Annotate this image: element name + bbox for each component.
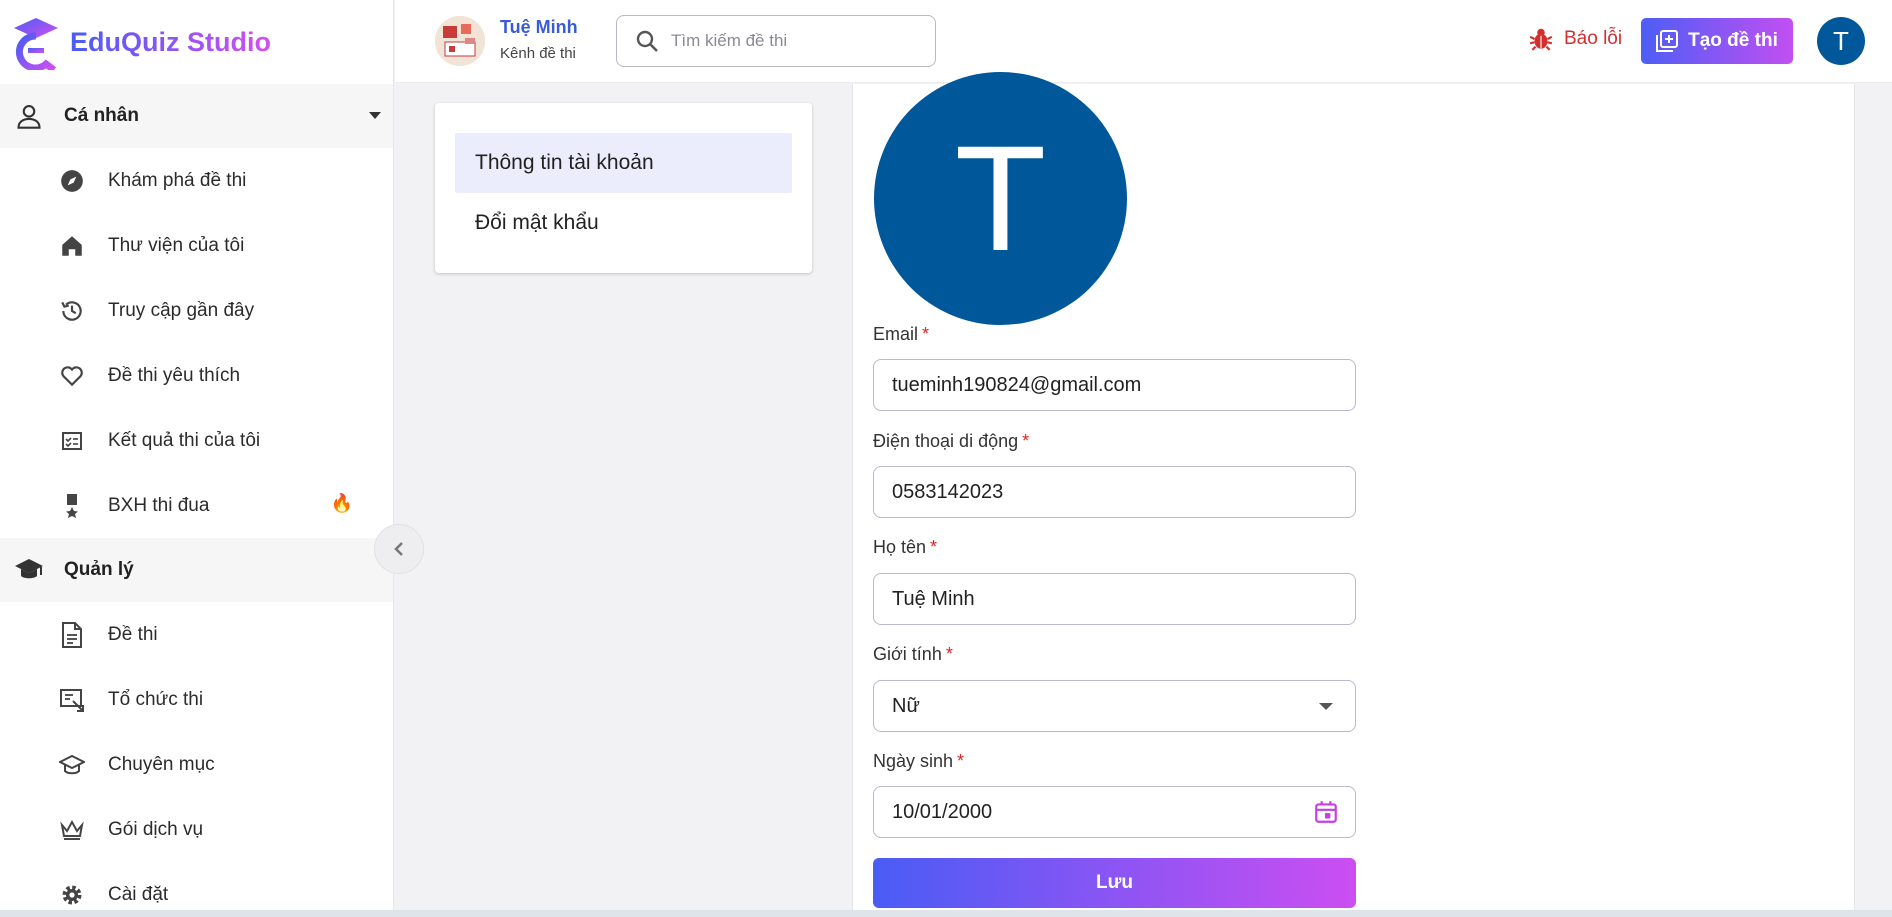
- top-header: Tuệ Minh Kênh đề thi Báo lỗi Tạo đề thi …: [395, 0, 1892, 83]
- sidebar-item-label: Chuyên mục: [108, 753, 215, 775]
- phone-label: Điện thoại di động *: [873, 431, 1029, 452]
- create-exam-label: Tạo đề thi: [1688, 30, 1778, 51]
- sidebar-item-explore[interactable]: Khám phá đề thi: [0, 148, 393, 213]
- sidebar-item-label: Gói dịch vụ: [108, 818, 204, 840]
- full-name-input[interactable]: [892, 587, 1355, 611]
- window-bottom-edge: [0, 910, 1892, 917]
- account-tabs: Thông tin tài khoản Đổi mật khẩu: [435, 103, 812, 273]
- chevron-left-icon: [394, 542, 403, 556]
- email-label-text: Email: [873, 324, 919, 344]
- profile-form: T Email* Điện thoại di động* Họ tên* Giớ…: [852, 72, 1855, 917]
- search-input[interactable]: [671, 31, 921, 51]
- save-button[interactable]: Lưu: [873, 858, 1356, 908]
- profile-avatar[interactable]: T: [874, 72, 1127, 325]
- email-label: Email *: [873, 324, 929, 345]
- search-icon: [636, 30, 658, 52]
- history-icon: [58, 297, 86, 325]
- name-label-text: Họ tên: [873, 537, 927, 557]
- user-avatar[interactable]: T: [1817, 17, 1865, 65]
- phone-label-text: Điện thoại di động: [873, 431, 1019, 451]
- sidebar-item-label: Khám phá đề thi: [108, 169, 247, 191]
- required-mark: *: [945, 644, 953, 664]
- sidebar-item-label: Kết quả thi của tôi: [108, 429, 261, 451]
- dob-field[interactable]: [873, 786, 1356, 838]
- report-bug-label: Báo lỗi: [1564, 28, 1623, 49]
- channel-subtitle: Kênh đề thi: [500, 45, 576, 62]
- required-mark: *: [957, 751, 965, 771]
- sidebar-item-plans[interactable]: Gói dịch vụ: [0, 797, 393, 862]
- email-field[interactable]: [873, 359, 1356, 411]
- sidebar-item-organize[interactable]: Tổ chức thi: [0, 667, 393, 732]
- sidebar-item-label: Truy cập gần đây: [108, 299, 255, 321]
- phone-input[interactable]: [892, 480, 1355, 504]
- full-name-field[interactable]: [873, 573, 1356, 625]
- app-logo[interactable]: EduQuiz Studio: [0, 0, 393, 84]
- section-personal-label: Cá nhân: [64, 105, 139, 126]
- dob-label: Ngày sinh *: [873, 751, 964, 772]
- sidebar-item-label: Đề thi yêu thích: [108, 364, 241, 386]
- sidebar-item-library[interactable]: Thư viện của tôi: [0, 213, 393, 278]
- sidebar-item-label: Cài đặt: [108, 883, 169, 905]
- medal-icon: [58, 492, 86, 520]
- sidebar-item-exams[interactable]: Đề thi: [0, 602, 393, 667]
- gear-icon: [58, 881, 86, 909]
- gender-select[interactable]: Nữ: [873, 680, 1356, 732]
- user-icon: [14, 101, 44, 131]
- collapse-sidebar-button[interactable]: [374, 524, 424, 574]
- sidebar-item-favorites[interactable]: Đề thi yêu thích: [0, 343, 393, 408]
- phone-field[interactable]: [873, 466, 1356, 518]
- sidebar-item-label: BXH thi đua: [108, 494, 210, 516]
- report-bug-button[interactable]: Báo lỗi: [1528, 26, 1622, 52]
- sidebar-item-categories[interactable]: Chuyên mục: [0, 732, 393, 797]
- dob-label-text: Ngày sinh: [873, 751, 954, 771]
- graduation-cap-icon: [58, 751, 86, 779]
- section-personal[interactable]: Cá nhân: [0, 84, 393, 148]
- required-mark: *: [922, 324, 930, 344]
- bug-icon: [1529, 28, 1553, 51]
- search-box[interactable]: [616, 15, 936, 67]
- logo-icon: [14, 18, 58, 70]
- fire-badge: 🔥: [330, 493, 353, 513]
- section-manage[interactable]: Quản lý: [0, 538, 393, 602]
- sidebar-item-label: Đề thi: [108, 623, 158, 645]
- chevron-down-icon: [369, 112, 381, 119]
- create-exam-button[interactable]: Tạo đề thi: [1641, 18, 1793, 64]
- heart-icon: [58, 362, 86, 390]
- gender-selected-value: Nữ: [892, 694, 920, 717]
- sidebar-item-label: Tổ chức thi: [108, 688, 204, 710]
- gender-label-text: Giới tính: [873, 644, 942, 664]
- sidebar-item-results[interactable]: Kết quả thi của tôi: [0, 408, 393, 473]
- tab-change-password[interactable]: Đổi mật khẩu: [455, 193, 792, 253]
- dob-input[interactable]: [892, 800, 1355, 824]
- app-name: EduQuiz Studio: [70, 26, 271, 57]
- graduation-cap-icon: [14, 555, 44, 585]
- gender-label: Giới tính *: [873, 644, 953, 665]
- crown-icon: [58, 816, 86, 844]
- required-mark: *: [1022, 431, 1030, 451]
- sidebar: EduQuiz Studio Cá nhân Khám phá đề thi T…: [0, 0, 394, 917]
- email-input[interactable]: [892, 373, 1355, 397]
- compass-icon: [58, 167, 86, 195]
- sidebar-item-settings[interactable]: Cài đặt: [0, 862, 393, 917]
- sidebar-item-leaderboard[interactable]: BXH thi đua 🔥: [0, 473, 393, 538]
- section-manage-label: Quản lý: [64, 559, 134, 580]
- name-label: Họ tên *: [873, 537, 937, 558]
- channel-name[interactable]: Tuệ Minh: [500, 17, 578, 38]
- channel-avatar[interactable]: [435, 16, 485, 66]
- home-icon: [58, 232, 86, 260]
- sidebar-item-recent[interactable]: Truy cập gần đây: [0, 278, 393, 343]
- checklist-icon: [58, 427, 86, 455]
- document-icon: [58, 621, 86, 649]
- required-mark: *: [930, 537, 938, 557]
- organize-exam-icon: [58, 686, 86, 714]
- chevron-down-icon: [1319, 703, 1333, 710]
- calendar-icon[interactable]: [1313, 799, 1339, 831]
- tab-account-info[interactable]: Thông tin tài khoản: [455, 133, 792, 193]
- sidebar-item-label: Thư viện của tôi: [108, 234, 245, 256]
- add-box-icon: [1656, 30, 1679, 52]
